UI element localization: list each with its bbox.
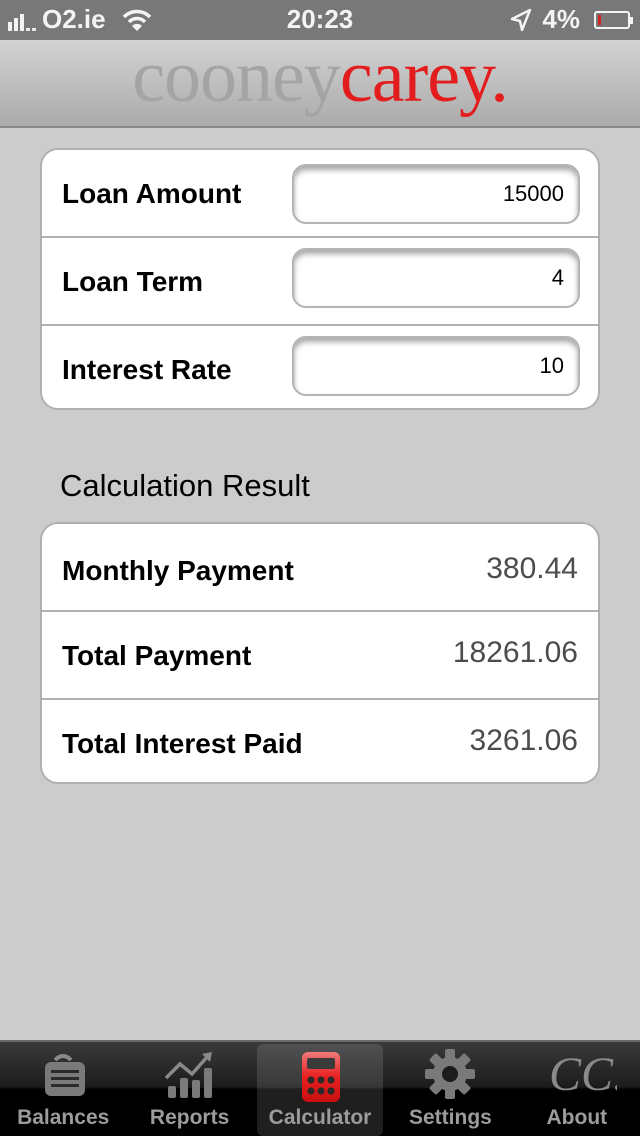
cc-logo-icon: CC.	[549, 1048, 617, 1101]
section-title: Calculation Result	[60, 468, 310, 503]
tab-label: Calculator	[268, 1106, 372, 1129]
total-payment-label: Total Payment	[62, 640, 252, 671]
location-icon	[511, 8, 532, 31]
logo-carey: carey.	[339, 36, 509, 118]
tab-label: Balances	[17, 1106, 110, 1129]
loan-inputs-group: Loan Amount 15000 Loan Term 4 Interest R…	[40, 148, 600, 410]
svg-text:CC.: CC.	[549, 1048, 617, 1101]
loan-term-input[interactable]: 4	[292, 248, 580, 308]
loan-amount-input[interactable]: 15000	[292, 164, 580, 224]
interest-rate-row: Interest Rate 10	[42, 326, 598, 408]
result-row: Monthly Payment 380.44	[42, 524, 598, 612]
monthly-payment-value: 380.44	[486, 552, 578, 585]
gear-icon	[425, 1049, 476, 1099]
interest-rate-input[interactable]: 10	[292, 336, 580, 396]
total-interest-value: 3261.06	[469, 724, 578, 757]
briefcase-icon	[45, 1054, 86, 1096]
tab-label: Settings	[409, 1106, 492, 1129]
battery-percent: 4%	[542, 4, 580, 34]
total-interest-label: Total Interest Paid	[62, 728, 303, 759]
nav-bar: cooneycarey.	[0, 40, 640, 128]
total-payment-value: 18261.06	[452, 636, 578, 669]
result-row: Total Interest Paid 3261.06	[42, 700, 598, 782]
status-bar: O2.ie 20:23 4%	[0, 0, 640, 40]
calculator-icon	[302, 1052, 341, 1102]
interest-rate-label: Interest Rate	[62, 354, 232, 385]
tab-label: Reports	[149, 1106, 230, 1129]
chart-icon	[164, 1052, 212, 1098]
result-row: Total Payment 18261.06	[42, 612, 598, 700]
tab-label: About	[546, 1106, 608, 1129]
loan-term-label: Loan Term	[62, 266, 204, 297]
monthly-payment-label: Monthly Payment	[62, 555, 294, 586]
tab-balances[interactable]: Balances	[0, 1042, 126, 1136]
brand-logo: cooneycarey.	[0, 40, 640, 114]
tab-about[interactable]: CC. About	[514, 1042, 640, 1136]
tab-settings[interactable]: Settings	[387, 1042, 513, 1136]
tab-bar: Balances Reports Calculator Settings CC …	[0, 1040, 640, 1136]
loan-amount-label: Loan Amount	[62, 178, 242, 209]
tab-calculator[interactable]: Calculator	[256, 1044, 384, 1136]
status-right: 4%	[510, 4, 633, 35]
logo-cooney: cooney	[132, 36, 341, 118]
loan-term-row: Loan Term 4	[42, 238, 598, 326]
battery-icon	[594, 10, 633, 29]
loan-amount-row: Loan Amount 15000	[42, 150, 598, 238]
results-group: Monthly Payment 380.44 Total Payment 182…	[40, 522, 600, 784]
tab-reports[interactable]: Reports	[126, 1042, 252, 1136]
